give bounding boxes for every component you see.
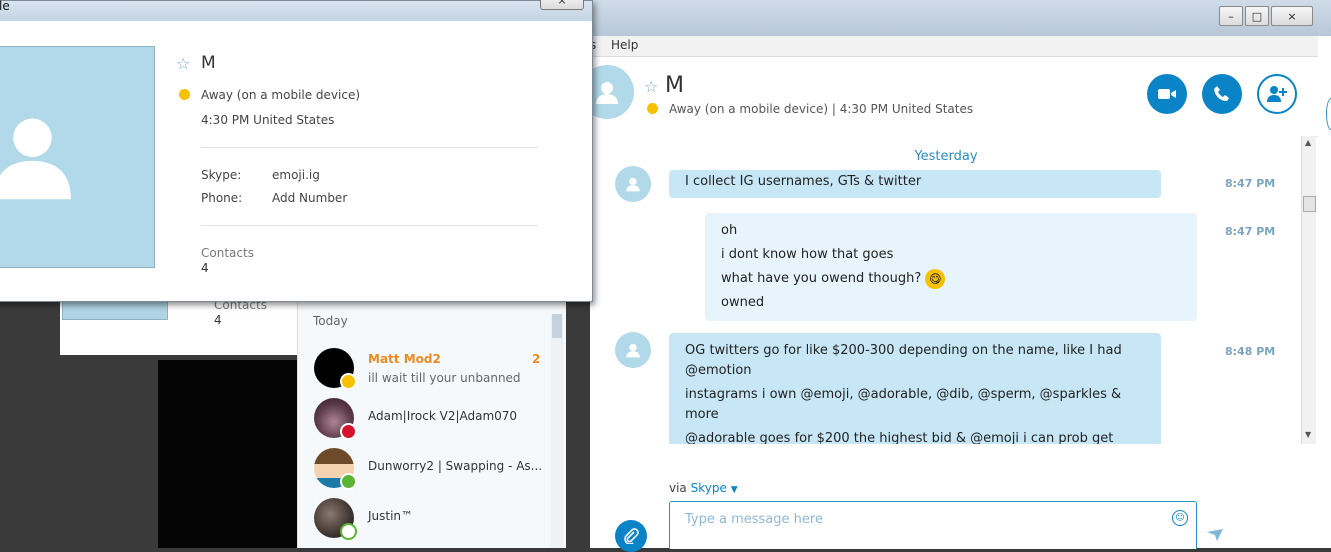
message-bubble-outgoing: oh i dont know how that goes what have y… xyxy=(705,213,1197,321)
profile-window-title: le xyxy=(0,0,10,13)
busy-status-icon xyxy=(340,423,357,440)
chat-history: Yesterday I collect IG usernames, GTs & … xyxy=(590,136,1302,444)
favorite-star-icon[interactable]: ☆ xyxy=(644,77,658,96)
message-time: 8:47 PM xyxy=(1225,177,1276,190)
message-text: OG twitters go for like $200-300 dependi… xyxy=(685,343,1122,378)
message-time: 8:47 PM xyxy=(1225,225,1276,238)
contact-name: Justin™ xyxy=(368,509,414,523)
away-status-icon xyxy=(647,103,658,114)
chevron-down-icon[interactable]: ▼ xyxy=(731,485,738,495)
close-window-button[interactable]: × xyxy=(1271,6,1313,26)
message-composer: via Skype ▼ Type a message here ☺ xyxy=(590,444,1318,552)
skype-label: Skype: xyxy=(201,168,242,182)
divider xyxy=(201,147,538,148)
contact-name: Matt Mod2 xyxy=(368,352,441,366)
message-text: owned xyxy=(721,295,765,310)
scroll-down-icon[interactable]: ▼ xyxy=(1305,430,1311,439)
person-icon xyxy=(626,343,640,358)
add-people-button[interactable] xyxy=(1257,74,1297,114)
profile-titlebar: le × xyxy=(0,0,592,21)
section-label-today: Today xyxy=(313,314,348,328)
send-icon xyxy=(1207,529,1223,541)
attach-file-button[interactable] xyxy=(615,520,647,552)
contact-last-message: ill wait till your unbanned xyxy=(368,371,521,385)
window-controls: – □ × xyxy=(1219,6,1313,26)
contact-name: Adam|Irock V2|Adam070 xyxy=(368,409,518,423)
scroll-thumb[interactable] xyxy=(552,314,562,338)
message-text: oh xyxy=(721,223,738,238)
scroll-thumb[interactable] xyxy=(1303,196,1316,212)
add-number-link[interactable]: Add Number xyxy=(272,191,347,205)
recent-contacts-panel: Today Matt Mod2 ill wait till your unban… xyxy=(297,300,566,548)
contact-item-dunworry2[interactable]: Dunworry2 | Swapping - As... xyxy=(298,444,548,494)
divider xyxy=(201,225,538,226)
person-icon xyxy=(596,82,618,104)
background-black-area xyxy=(158,360,298,548)
message-input[interactable]: Type a message here ☺ xyxy=(669,501,1197,549)
profile-name: M xyxy=(201,53,216,73)
message-text: I collect IG usernames, GTs & twitter xyxy=(685,174,922,189)
message-text: i dont know how that goes xyxy=(721,247,894,262)
person-icon xyxy=(0,118,71,200)
contacts-label: Contacts xyxy=(201,246,254,260)
message-avatar xyxy=(615,332,651,368)
menu-bar: s Help xyxy=(590,36,1318,57)
minimize-button[interactable]: – xyxy=(1219,6,1243,26)
message-input-placeholder: Type a message here xyxy=(685,512,823,527)
emoticon-button[interactable]: ☺ xyxy=(1172,510,1188,526)
unread-count-badge: 2 xyxy=(532,352,541,366)
message-avatar xyxy=(615,166,651,202)
contact-name: Dunworry2 | Swapping - As... xyxy=(368,459,543,473)
phone-label: Phone: xyxy=(201,191,243,205)
chat-scrollbar[interactable]: ▲ ▼ xyxy=(1301,136,1316,444)
maximize-button[interactable]: □ xyxy=(1245,6,1269,26)
offline-status-icon xyxy=(340,523,357,540)
via-selector[interactable]: via Skype ▼ xyxy=(669,481,738,495)
send-button[interactable] xyxy=(1206,528,1224,545)
background-contacts-count: 4 xyxy=(214,313,222,327)
contact-profile-window: le × ☆ M Away (on a mobile device) 4:30 … xyxy=(0,0,593,302)
profile-photo xyxy=(0,46,155,268)
favorite-star-icon[interactable]: ☆ xyxy=(176,54,190,73)
away-status-icon xyxy=(179,89,190,100)
away-status-icon xyxy=(340,373,357,390)
video-call-button[interactable] xyxy=(1147,74,1187,114)
voice-call-button[interactable] xyxy=(1202,74,1242,114)
conversation-status: Away (on a mobile device) | 4:30 PM Unit… xyxy=(669,102,974,116)
contact-item-matt-mod2[interactable]: Matt Mod2 ill wait till your unbanned 2 xyxy=(298,344,548,394)
conversation-contact-name: M xyxy=(665,73,684,98)
message-text: instagrams i own @emoji, @adorable, @dib… xyxy=(685,387,1122,422)
message-bubble: I collect IG usernames, GTs & twitter xyxy=(669,170,1161,198)
message-text-with-emoji: what have you owend though? 😋 xyxy=(721,267,1181,291)
via-service[interactable]: Skype xyxy=(691,481,727,495)
via-label: via xyxy=(669,481,687,495)
emoji-icon: 😋 xyxy=(925,268,946,289)
person-icon xyxy=(626,177,640,192)
message-time: 8:48 PM xyxy=(1225,345,1276,358)
profile-status: Away (on a mobile device) xyxy=(201,88,361,102)
phone-icon xyxy=(1214,86,1229,101)
profile-local-time: 4:30 PM United States xyxy=(201,113,335,127)
contacts-count: 4 xyxy=(201,261,209,275)
contact-item-adam[interactable]: Adam|Irock V2|Adam070 xyxy=(298,394,548,444)
day-separator: Yesterday xyxy=(914,149,978,164)
close-profile-button[interactable]: × xyxy=(540,0,584,10)
paperclip-icon xyxy=(624,528,639,544)
message-text: @adorable goes for $200 the highest bid … xyxy=(685,431,1114,444)
contacts-scrollbar[interactable] xyxy=(551,314,563,548)
contact-item-justin[interactable]: Justin™ xyxy=(298,494,548,544)
partial-ui-element xyxy=(1326,98,1331,130)
menu-item-help[interactable]: Help xyxy=(611,38,638,52)
message-bubble: OG twitters go for like $200-300 dependi… xyxy=(669,333,1161,444)
skype-main-window: – □ × s Help ☆ M Away (on a mobile devic… xyxy=(580,0,1331,552)
skype-name-link[interactable]: emoji.ig xyxy=(272,168,320,182)
scroll-up-icon[interactable]: ▲ xyxy=(1305,138,1311,147)
online-status-icon xyxy=(340,473,357,490)
add-person-icon xyxy=(1267,86,1287,102)
conversation-header: ☆ M Away (on a mobile device) | 4:30 PM … xyxy=(580,57,1318,137)
video-camera-icon xyxy=(1158,89,1176,99)
